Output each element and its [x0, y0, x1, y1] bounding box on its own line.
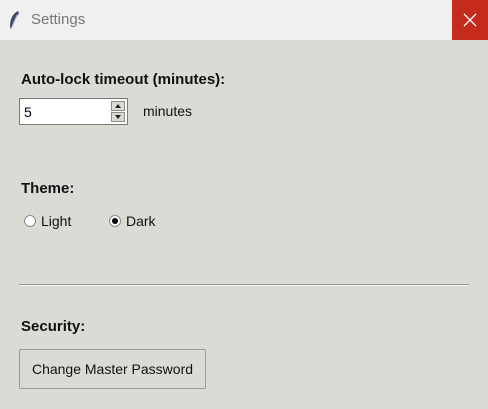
- autolock-unit-label: minutes: [143, 103, 193, 119]
- spin-arrows: [111, 101, 125, 122]
- spin-down-button[interactable]: [111, 112, 125, 122]
- arrow-down-icon: [115, 115, 121, 119]
- radio-light[interactable]: [24, 215, 36, 227]
- arrow-up-icon: [115, 104, 121, 108]
- change-master-password-button[interactable]: Change Master Password: [19, 349, 206, 389]
- autolock-spinbox[interactable]: 5: [19, 98, 128, 125]
- radio-light-label[interactable]: Light: [41, 213, 71, 229]
- radio-dark-label[interactable]: Dark: [126, 213, 156, 229]
- radio-selected-dot: [112, 218, 118, 224]
- feather-icon: [8, 10, 20, 30]
- autolock-value[interactable]: 5: [24, 104, 32, 120]
- security-heading: Security:: [21, 318, 86, 335]
- autolock-heading: Auto-lock timeout (minutes):: [21, 71, 226, 88]
- spin-up-button[interactable]: [111, 101, 125, 111]
- close-icon: [463, 13, 477, 27]
- window-title: Settings: [31, 11, 86, 28]
- close-button[interactable]: [452, 0, 488, 40]
- title-bar[interactable]: Settings: [0, 0, 488, 40]
- theme-heading: Theme:: [21, 180, 75, 197]
- separator: [19, 284, 469, 286]
- settings-window: Settings Auto-lock timeout (minutes): 5 …: [0, 0, 488, 409]
- radio-dark[interactable]: [109, 215, 121, 227]
